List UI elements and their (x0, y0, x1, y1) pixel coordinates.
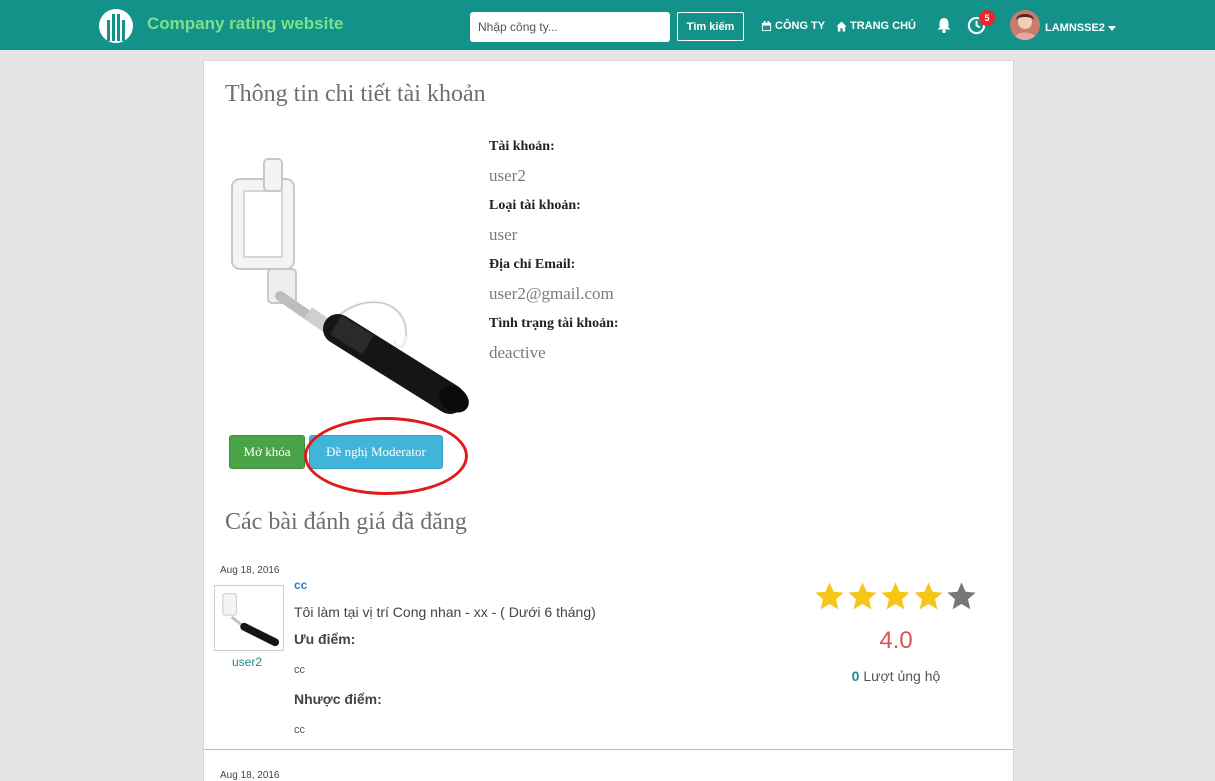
top-navbar: Company rating website Tìm kiếm CÔNG TY … (0, 0, 1215, 50)
review-pros-text: cc (294, 664, 305, 676)
review-user-thumbnail[interactable] (214, 585, 284, 651)
email-value: user2@gmail.com (489, 284, 614, 303)
account-type-value: user (489, 225, 518, 244)
nav-home-label: TRANG CHỦ (850, 20, 916, 32)
calendar-icon (761, 20, 772, 31)
review-cons-label: Nhược điểm: (294, 691, 382, 707)
star-filled-icon (848, 582, 877, 610)
nav-company-link[interactable]: CÔNG TY (761, 20, 825, 32)
account-field-label: Tài khoản: (489, 139, 555, 154)
company-search-input[interactable] (470, 12, 670, 42)
review-date: Aug 18, 2016 (220, 770, 280, 781)
caret-down-icon[interactable] (1108, 26, 1116, 31)
review-rating-value: 4.0 (879, 627, 913, 654)
nav-home-link[interactable]: TRANG CHỦ (836, 20, 916, 32)
account-detail-panel: Thông tin chi tiết tài khoản Tài khoản: … (203, 60, 1014, 781)
unlock-button[interactable]: Mở khóa (229, 435, 305, 469)
review-divider (204, 749, 1013, 750)
review-pros-label: Ưu điểm: (294, 631, 356, 647)
username-label[interactable]: LAMNSSE2 (1045, 22, 1105, 34)
review-company-link[interactable]: cc (294, 578, 307, 592)
search-button[interactable]: Tìm kiếm (677, 12, 744, 41)
account-status-label: Tình trạng tài khoản: (489, 316, 619, 331)
nav-company-label: CÔNG TY (775, 20, 826, 32)
history-badge: 5 (979, 10, 995, 26)
star-filled-icon (815, 582, 844, 610)
star-filled-icon (881, 582, 910, 610)
building-logo-icon[interactable] (98, 8, 134, 44)
bell-icon[interactable] (935, 16, 953, 34)
page-title: Thông tin chi tiết tài khoản (225, 81, 486, 107)
account-info: Tài khoản: user2 Loại tài khoản: user Đị… (489, 137, 619, 373)
account-field-value: user2 (489, 166, 526, 185)
support-count: 0 (851, 668, 860, 684)
avatar[interactable] (1010, 10, 1040, 40)
support-label: Lượt ủng hộ (863, 668, 941, 684)
propose-moderator-button[interactable]: Đề nghị Moderator (309, 435, 443, 469)
review-cons-text: cc (294, 724, 305, 736)
reviews-section-title: Các bài đánh giá đã đăng (225, 509, 467, 535)
star-filled-icon (914, 582, 943, 610)
review-description: Tôi làm tại vị trí Cong nhan - xx - ( Dư… (294, 604, 596, 620)
review-date: Aug 18, 2016 (220, 565, 280, 576)
review-star-rating (814, 581, 977, 611)
star-empty-icon (947, 582, 976, 610)
profile-photo (231, 158, 469, 414)
review-user-link[interactable]: user2 (232, 655, 262, 669)
review-support-count: 0 Lượt ủng hộ (814, 668, 978, 684)
account-type-label: Loại tài khoản: (489, 198, 581, 213)
brand-title[interactable]: Company rating website (147, 14, 343, 34)
email-label: Địa chỉ Email: (489, 257, 576, 272)
home-icon (836, 20, 847, 32)
account-status-value: deactive (489, 343, 546, 362)
